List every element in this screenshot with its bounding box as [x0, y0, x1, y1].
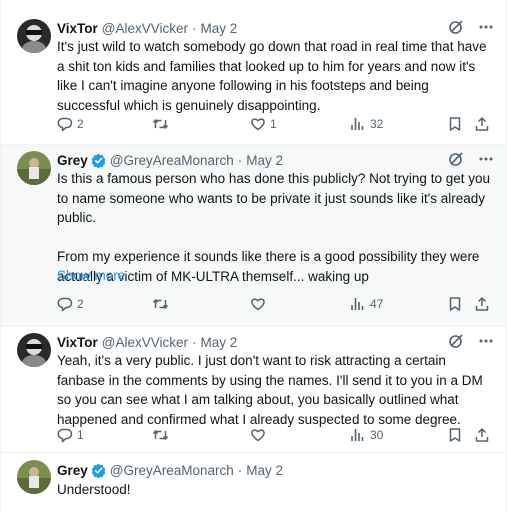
share-button[interactable] [474, 116, 490, 132]
share-icon [474, 116, 490, 132]
grok-icon[interactable] [448, 333, 464, 349]
repost-icon [152, 296, 169, 312]
avatar[interactable] [17, 151, 51, 185]
views-button[interactable]: 32 [350, 116, 383, 132]
tweet-paragraph: Yeah, it's a very public. I just don't w… [57, 353, 483, 427]
tweet[interactable]: VixTor @AlexVVicker · May 2 It's just wi… [1, 0, 506, 145]
action-bar: 2 47 [57, 296, 490, 314]
tweet-text: Yeah, it's a very public. I just don't w… [57, 351, 490, 429]
reply-count: 2 [77, 297, 84, 311]
avatar[interactable] [17, 333, 51, 367]
header-icons [448, 333, 494, 349]
avatar-image [17, 151, 51, 185]
reply-icon [57, 427, 73, 443]
views-icon [350, 116, 366, 132]
tweet[interactable]: Grey @GreyAreaMonarch · May 2 Is this a … [1, 145, 506, 327]
tweet-header: Grey @GreyAreaMonarch · May 2 [57, 461, 494, 479]
tweet-paragraph: Is this a famous person who has done thi… [57, 171, 490, 225]
bookmark-icon [447, 296, 463, 312]
separator-dot: · [237, 152, 243, 168]
heart-icon [250, 296, 266, 312]
views-icon [350, 427, 366, 443]
header-icons [448, 151, 494, 167]
author-name[interactable]: Grey [57, 153, 88, 168]
tweet-date[interactable]: May 2 [246, 463, 283, 478]
action-bar: 1 30 [57, 427, 490, 445]
like-button[interactable]: 1 [250, 116, 277, 132]
bookmark-icon [447, 427, 463, 443]
view-count: 30 [370, 428, 384, 442]
repost-button[interactable] [152, 296, 173, 312]
views-button[interactable]: 30 [350, 427, 383, 443]
avatar[interactable] [17, 19, 51, 53]
share-icon [474, 427, 490, 443]
separator-dot: · [192, 20, 197, 36]
share-button[interactable] [474, 296, 490, 312]
tweet-text: It's just wild to watch somebody go down… [57, 37, 490, 115]
view-count: 47 [370, 297, 384, 311]
separator-dot: · [192, 334, 197, 350]
tweet-date[interactable]: May 2 [201, 335, 238, 350]
views-button[interactable]: 47 [350, 296, 383, 312]
reply-count: 2 [77, 117, 84, 131]
bookmark-button[interactable] [447, 427, 463, 443]
like-count: 1 [270, 117, 277, 131]
action-bar: 2 1 32 [57, 116, 490, 134]
grok-icon[interactable] [448, 151, 464, 167]
tweet-date[interactable]: May 2 [201, 21, 238, 36]
bookmark-icon [447, 116, 463, 132]
avatar[interactable] [17, 460, 51, 494]
tweet-header: VixTor @AlexVVicker · May 2 [57, 333, 494, 351]
more-icon[interactable] [478, 151, 494, 167]
conversation-feed: VixTor @AlexVVicker · May 2 It's just wi… [0, 0, 507, 512]
heart-icon [250, 116, 266, 132]
view-count: 32 [370, 117, 384, 131]
author-handle[interactable]: @GreyAreaMonarch [110, 153, 234, 168]
more-icon[interactable] [478, 19, 494, 35]
reply-count: 1 [77, 428, 84, 442]
bookmark-button[interactable] [447, 296, 463, 312]
header-icons [448, 19, 494, 35]
grok-icon[interactable] [448, 19, 464, 35]
author-handle[interactable]: @AlexVVicker [102, 335, 188, 350]
avatar-image [17, 333, 51, 367]
reply-icon [57, 116, 73, 132]
repost-button[interactable] [152, 116, 173, 132]
author-name[interactable]: Grey [57, 463, 88, 478]
tweet-paragraph: It's just wild to watch somebody go down… [57, 39, 487, 113]
like-button[interactable] [250, 427, 270, 443]
repost-icon [152, 116, 169, 132]
show-more-link[interactable]: Show more [57, 268, 125, 283]
reply-button[interactable]: 2 [57, 296, 84, 312]
bookmark-button[interactable] [447, 116, 463, 132]
author-name[interactable]: VixTor [57, 21, 98, 36]
views-icon [350, 296, 366, 312]
reply-icon [57, 296, 73, 312]
tweet-header: VixTor @AlexVVicker · May 2 [57, 19, 494, 37]
verified-badge-icon [91, 463, 106, 478]
author-handle[interactable]: @GreyAreaMonarch [110, 463, 234, 478]
like-button[interactable] [250, 296, 270, 312]
tweet-paragraph: Understood! [57, 482, 131, 497]
avatar-image [17, 460, 51, 494]
tweet-text: Understood! [57, 480, 490, 500]
separator-dot: · [237, 462, 243, 478]
verified-badge-icon [91, 153, 106, 168]
author-handle[interactable]: @AlexVVicker [102, 21, 188, 36]
tweet-date[interactable]: May 2 [246, 153, 283, 168]
reply-button[interactable]: 2 [57, 116, 84, 132]
more-icon[interactable] [478, 333, 494, 349]
share-button[interactable] [474, 427, 490, 443]
repost-button[interactable] [152, 427, 173, 443]
repost-icon [152, 427, 169, 443]
tweet[interactable]: VixTor @AlexVVicker · May 2 Yeah, it's a… [1, 327, 506, 453]
reply-button[interactable]: 1 [57, 427, 84, 443]
avatar-image [17, 19, 51, 53]
tweet-header: Grey @GreyAreaMonarch · May 2 [57, 151, 494, 169]
share-icon [474, 296, 490, 312]
author-name[interactable]: VixTor [57, 335, 98, 350]
tweet[interactable]: Grey @GreyAreaMonarch · May 2 Understood… [1, 453, 506, 512]
heart-icon [250, 427, 266, 443]
